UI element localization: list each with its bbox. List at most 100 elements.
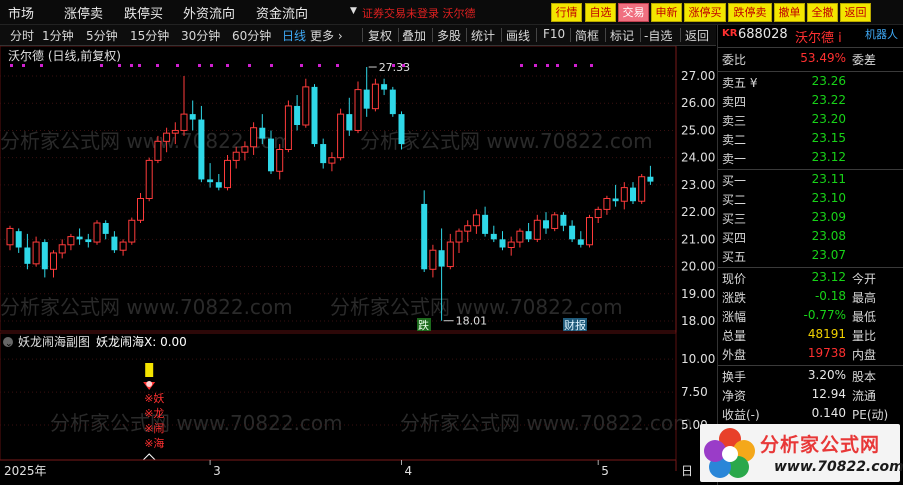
btn-ipo[interactable]: 申新: [651, 3, 682, 22]
tab-30min[interactable]: 30分钟: [181, 27, 220, 44]
candle[interactable]: [421, 190, 428, 272]
candle[interactable]: [455, 228, 463, 253]
candle[interactable]: [198, 105, 205, 183]
btn-cancel-order[interactable]: 撤单: [774, 3, 805, 22]
btn-watchlist[interactable]: 自选: [585, 3, 616, 22]
tool-adjust[interactable]: 复权: [368, 27, 392, 44]
tool-f10[interactable]: F10: [543, 27, 565, 41]
candle[interactable]: [398, 111, 405, 150]
tool-mark[interactable]: 标记: [610, 27, 634, 44]
menu-foreign-flow[interactable]: 外资流向: [183, 3, 235, 22]
tab-more[interactable]: 更多 ›: [310, 27, 343, 44]
kline-chart[interactable]: 分析家公式网 www.70822.com 分析家公式网 www.70822.com…: [0, 46, 716, 485]
candle[interactable]: [533, 214, 541, 243]
candle[interactable]: [224, 154, 231, 191]
buy-row[interactable]: 买五 23.07: [718, 248, 903, 267]
candle[interactable]: [620, 182, 628, 210]
stat-row[interactable]: 涨跌 -0.18 最高: [718, 289, 903, 308]
candle[interactable]: [346, 97, 353, 136]
candle[interactable]: [586, 214, 593, 248]
tool-overlay[interactable]: 叠加: [402, 27, 426, 44]
tool-multi[interactable]: 多股: [437, 27, 461, 44]
menu-capital-flow[interactable]: 资金流向: [256, 3, 308, 22]
stock-name[interactable]: 沃尔德 i: [795, 27, 842, 46]
candle[interactable]: [284, 100, 292, 153]
stat2-row[interactable]: 收益(-) 0.140 PE(动): [718, 406, 903, 425]
menu-limit-down-buy[interactable]: 跌停买: [124, 3, 163, 22]
candle[interactable]: [145, 157, 153, 202]
btn-quote[interactable]: 行情: [551, 3, 582, 22]
candle[interactable]: [207, 163, 214, 188]
stat-row[interactable]: 涨幅 -0.77% 最低: [718, 308, 903, 327]
btn-cancel-all[interactable]: 全撤: [807, 3, 838, 22]
candle[interactable]: [525, 223, 532, 243]
candle[interactable]: [516, 228, 524, 248]
candle[interactable]: [482, 206, 489, 237]
candle[interactable]: [50, 250, 57, 278]
candle[interactable]: [337, 108, 345, 161]
sell-row[interactable]: 卖一 23.12: [718, 150, 903, 169]
candle[interactable]: [389, 86, 396, 117]
candle[interactable]: [577, 231, 584, 248]
candle[interactable]: [58, 239, 66, 259]
candle[interactable]: [189, 100, 196, 131]
candle[interactable]: [363, 67, 370, 117]
candle[interactable]: [215, 174, 222, 191]
candle[interactable]: [302, 78, 310, 128]
candle[interactable]: [294, 95, 301, 131]
candle[interactable]: [630, 182, 636, 204]
stat2-row[interactable]: 换手 3.20% 股本: [718, 368, 903, 387]
candle[interactable]: [328, 152, 336, 172]
tool-watch[interactable]: -自选: [644, 27, 672, 44]
buy-row[interactable]: 买一 23.11: [718, 172, 903, 191]
candle[interactable]: [560, 212, 567, 232]
menu-limit-up-sell[interactable]: 涨停卖: [64, 3, 103, 22]
candle[interactable]: [371, 78, 379, 112]
candle[interactable]: [119, 239, 127, 256]
btn-limit-up-buy[interactable]: 涨停买: [684, 3, 726, 22]
candle[interactable]: [594, 206, 602, 223]
login-notice[interactable]: 证券交易未登录 沃尔德: [362, 5, 476, 21]
tab-15min[interactable]: 15分钟: [130, 27, 169, 44]
candle[interactable]: [24, 233, 31, 270]
tab-60min[interactable]: 60分钟: [232, 27, 271, 44]
buy-row[interactable]: 买二 23.10: [718, 191, 903, 210]
candle[interactable]: [111, 231, 118, 253]
candle[interactable]: [320, 138, 327, 169]
candle[interactable]: [102, 220, 109, 240]
candle[interactable]: [93, 220, 101, 245]
candle[interactable]: [464, 220, 472, 243]
candle[interactable]: [647, 165, 654, 185]
candle[interactable]: [85, 233, 92, 248]
candle[interactable]: [499, 231, 506, 251]
candle[interactable]: [128, 217, 136, 245]
tool-back[interactable]: 返回: [685, 27, 709, 44]
candle[interactable]: [381, 78, 388, 96]
candle[interactable]: [6, 225, 14, 251]
tab-intraday[interactable]: 分时: [10, 27, 34, 44]
buy-row[interactable]: 买四 23.08: [718, 229, 903, 248]
tab-daily[interactable]: 日线: [282, 27, 306, 44]
candle[interactable]: [490, 225, 497, 243]
candle[interactable]: [137, 193, 144, 223]
stat-row[interactable]: 外盘 19738 内盘: [718, 346, 903, 365]
tab-5min[interactable]: 5分钟: [86, 27, 118, 44]
sell-row[interactable]: 卖五 ¥ 23.26: [718, 74, 903, 93]
candle[interactable]: [543, 212, 549, 234]
btn-trade[interactable]: 交易: [618, 3, 649, 22]
tool-stats[interactable]: 统计: [471, 27, 495, 44]
sell-row[interactable]: 卖四 23.22: [718, 93, 903, 112]
candle[interactable]: [638, 174, 646, 204]
candle[interactable]: [551, 212, 559, 232]
candles[interactable]: [6, 67, 654, 321]
candle[interactable]: [67, 233, 75, 251]
menu-market[interactable]: 市场: [8, 3, 34, 22]
tab-1min[interactable]: 1分钟: [42, 27, 74, 44]
candle[interactable]: [472, 209, 480, 234]
tool-draw[interactable]: 画线: [506, 27, 530, 44]
candle[interactable]: [311, 84, 318, 147]
candle[interactable]: [612, 184, 619, 207]
candle[interactable]: [76, 228, 83, 245]
stat2-row[interactable]: 净资 12.94 流通: [718, 387, 903, 406]
buy-row[interactable]: 买三 23.09: [718, 210, 903, 229]
